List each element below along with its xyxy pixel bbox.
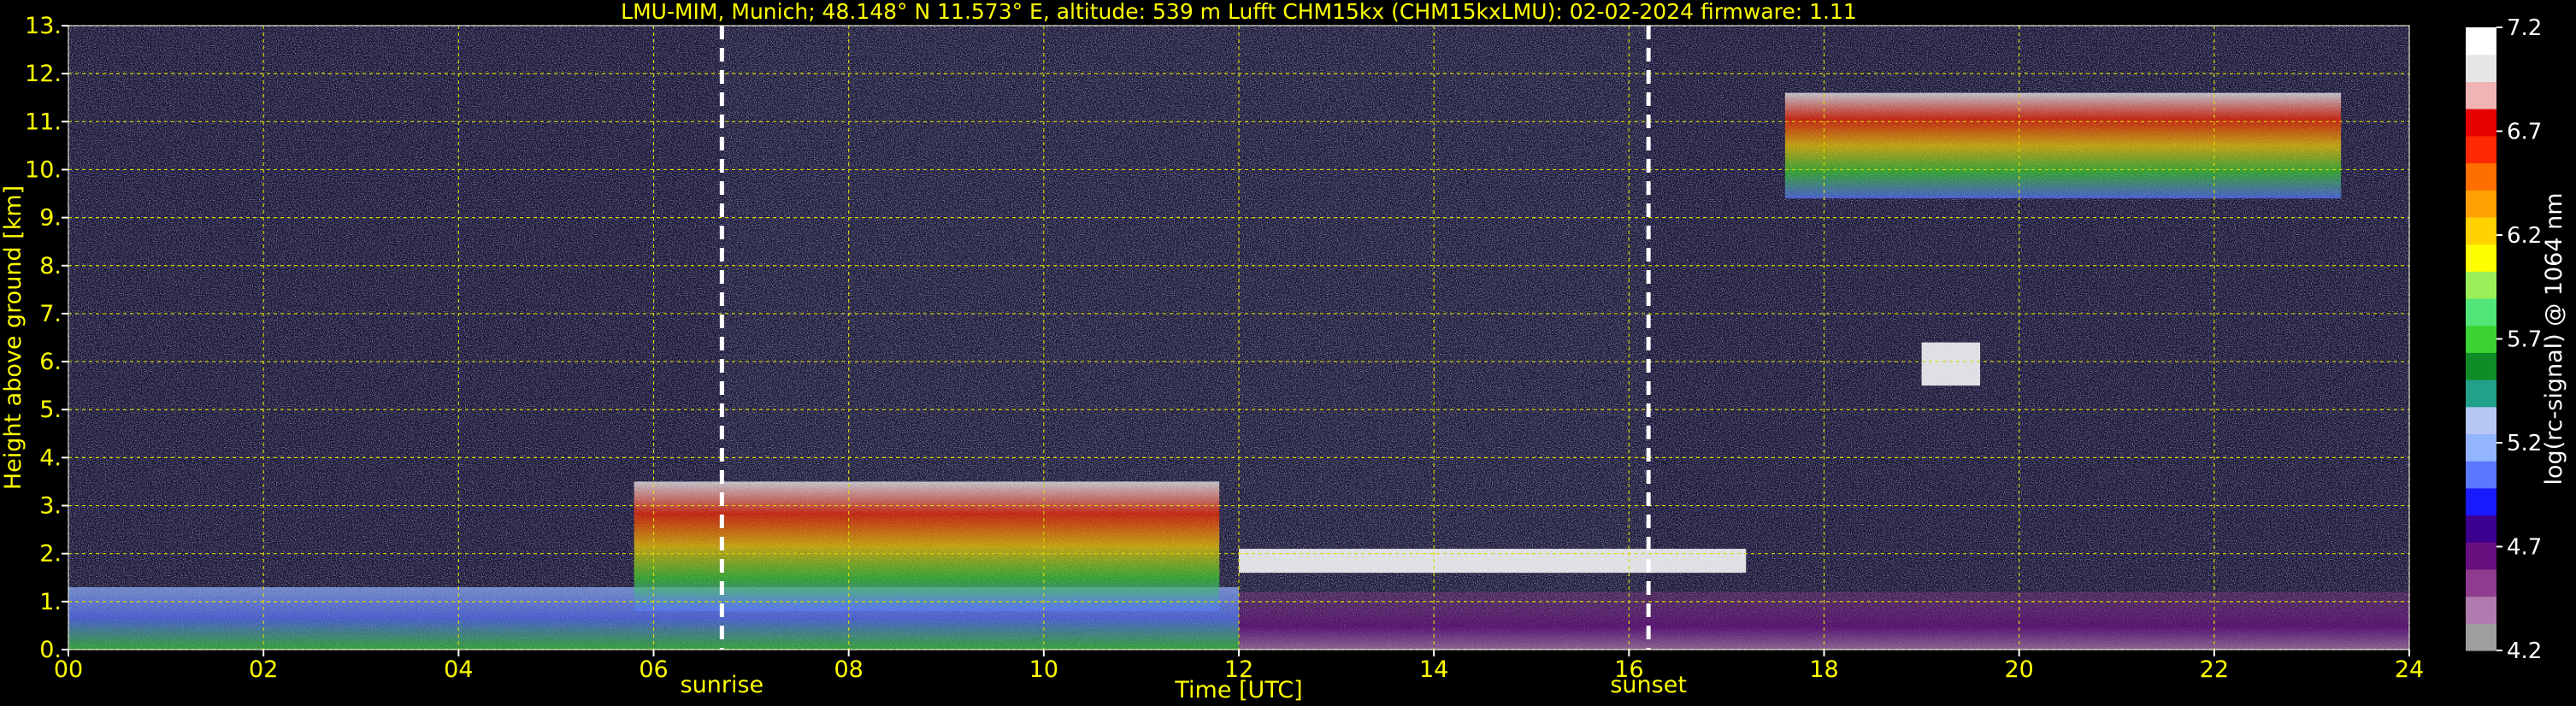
colorbar-segment [2466,216,2496,245]
colorbar-segment [2466,190,2496,218]
colorbar-segment [2466,271,2496,299]
colorbar-tick-label: 4.7 [2507,535,2542,561]
y-tick-label: 10. [25,156,62,183]
y-tick-label: 2. [39,541,62,568]
y-tick-label: 6. [39,349,62,375]
colorbar-segment [2466,297,2496,327]
y-tick-label: 7. [39,301,62,327]
x-tick-label: 06 [639,656,668,683]
y-tick-label: 12. [25,61,62,87]
colorbar-segment [2466,433,2496,462]
y-tick-label: 9. [39,205,62,232]
y-tick-label: 1. [39,589,62,615]
colorbar-tick-label: 5.7 [2507,327,2542,353]
colorbar-tick-label: 6.7 [2507,120,2542,145]
colorbar-label: log(rc-signal) @ 1064 nm [2541,192,2567,485]
x-tick-label: 10 [1029,656,1058,683]
x-tick-label: 04 [444,656,473,683]
plot-area [68,25,2410,650]
y-tick-label: 13. [25,13,62,39]
x-tick-label: 20 [2004,656,2033,683]
colorbar-segment [2466,379,2496,408]
x-axis-label: Time [UTC] [1174,677,1302,703]
colorbar-segment [2466,81,2496,109]
colorbar-tick-label: 5.2 [2507,431,2542,456]
colorbar-segment [2466,54,2496,82]
colorbar-segment [2466,461,2496,489]
y-tick-label: 4. [39,444,62,471]
cloud-feature [1239,549,1747,574]
x-tick-label: 02 [249,656,278,683]
colorbar-tick-label: 4.2 [2507,638,2542,664]
colorbar-segment [2466,27,2496,56]
colorbar-segment [2466,325,2496,353]
x-tick-label: 24 [2395,656,2424,683]
y-axis-label: Height above ground [km] [0,185,27,490]
sunrise-label: sunrise [681,672,764,698]
y-tick-label: 11. [25,109,62,135]
x-tick-label: 14 [1419,656,1448,683]
colorbar-segment [2466,135,2496,164]
x-tick-label: 18 [1809,656,1838,683]
colorbar-segment [2466,352,2496,380]
colorbar-segment [2466,623,2496,651]
colorbar-segment [2466,162,2496,191]
chart-title: LMU-MIM, Munich; 48.148° N 11.573° E, al… [621,0,1857,24]
colorbar-segment [2466,406,2496,435]
colorbar-tick-label: 7.2 [2507,15,2542,41]
sunset-label: sunset [1610,672,1687,698]
colorbar: 4.2 4.7 5.2 5.7 6.2 6.7 7.2 [2466,15,2542,664]
y-tick-label: 3. [39,493,62,520]
x-tick-label: 22 [2200,656,2229,683]
colorbar-segment [2466,244,2496,272]
colorbar-segment [2466,542,2496,570]
y-tick-label: 8. [39,253,62,279]
cirrus-feature [1784,92,2342,199]
colorbar-tick-label: 6.2 [2507,223,2542,249]
y-tick-label: 0. [39,637,62,663]
colorbar-segment [2466,109,2496,137]
ceilometer-chart: 00 02 04 06 08 10 12 14 16 18 20 22 24 0.1.2.3.4.5.6… [0,0,2567,703]
y-tick-label: 5. [39,397,62,423]
x-tick-label: 08 [834,656,863,683]
colorbar-segment [2466,487,2496,516]
colorbar-segment [2466,568,2496,597]
y-axis: 0. 1. 2. 3. 4. 5. 6. 7. 8. 9. 10. 11. 12. 13. [25,13,68,663]
colorbar-segment [2466,515,2496,543]
cloud-feature [1921,342,1981,386]
colorbar-segment [2466,596,2496,624]
